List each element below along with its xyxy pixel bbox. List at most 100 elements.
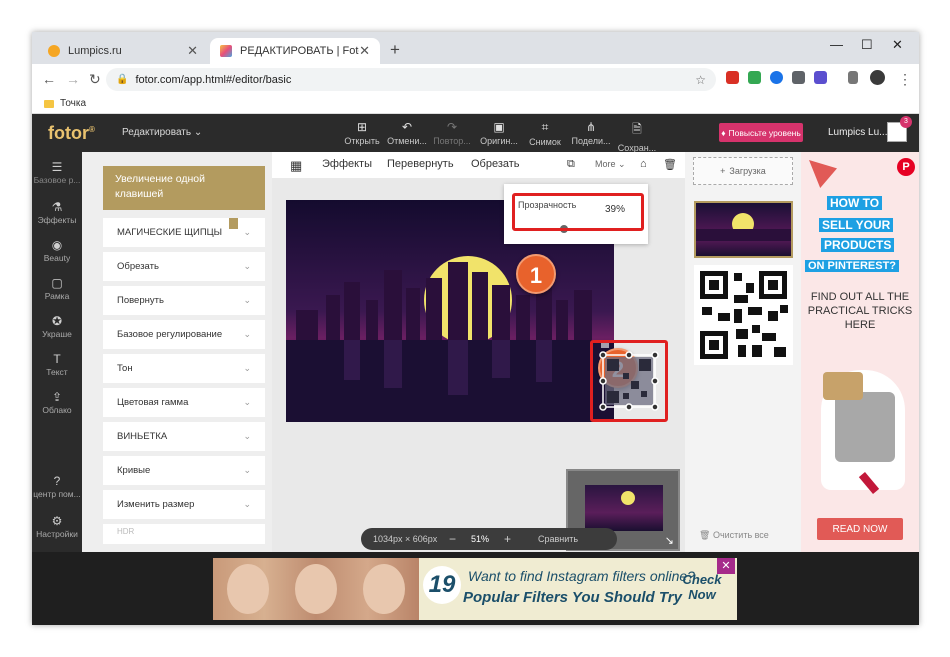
section-color[interactable]: Цветовая гамма ⌄	[103, 388, 265, 417]
tab-fotor[interactable]: РЕДАКТИРОВАТЬ | Fotor ✕	[210, 38, 380, 64]
chevron-down-icon: ⌄	[243, 363, 251, 373]
ad-number: 19	[423, 566, 461, 604]
zoom-level: 51%	[471, 534, 490, 544]
maximize-button[interactable]: ☐	[861, 37, 873, 53]
section-vignette[interactable]: ВИНЬЕТКА ⌄	[103, 422, 265, 451]
chevron-down-icon: ⌄	[243, 295, 251, 305]
section-label: Базовое регулирование	[117, 329, 223, 340]
crop-button[interactable]: Обрезать	[471, 158, 520, 170]
fotor-logo[interactable]: fotor®	[48, 123, 95, 144]
section-magic[interactable]: МАГИЧЕСКИЕ ЩИПЦЫ ⌄	[103, 218, 265, 247]
section-label: МАГИЧЕСКИЕ ЩИПЦЫ	[117, 227, 223, 238]
snapshot-button[interactable]: ⌗ Снимок	[524, 120, 566, 147]
edit-menu[interactable]: Редактировать ⌄	[122, 127, 202, 138]
zoom-out-button[interactable]: −	[449, 532, 456, 546]
menu-dots-icon[interactable]: ⋮	[898, 71, 912, 88]
pinterest-ad[interactable]: P HOW TO SELL YOUR PRODUCTS ON PINTEREST…	[801, 152, 919, 552]
url-field[interactable]: 🔒 fotor.com/app.html#/editor/basic ☆	[106, 68, 716, 91]
flask-icon: ⚗	[51, 200, 63, 214]
minimap-preview	[585, 485, 663, 531]
reload-icon[interactable]: ↻	[89, 71, 101, 88]
section-crop[interactable]: Обрезать ⌄	[103, 252, 265, 281]
ad-line-2: Popular Filters You Should Try	[463, 589, 682, 606]
more-button[interactable]: More ⌄	[595, 159, 626, 170]
forward-arrow-icon[interactable]: →	[66, 71, 80, 87]
rail-decor[interactable]: ✪ Украше	[32, 314, 82, 339]
new-tab-button[interactable]: +	[390, 40, 400, 60]
rail-beauty[interactable]: ◉ Beauty	[32, 238, 82, 263]
section-hdr[interactable]: HDR	[103, 524, 265, 544]
left-rail: ☰ Базовое р... ⚗ Эффекты ◉ Beauty ▢ Рамка ✪ У…	[32, 152, 82, 552]
upload-button[interactable]: + Загрузка	[693, 157, 793, 185]
tool-label: Открыть	[344, 136, 380, 146]
back-arrow-icon[interactable]: ←	[42, 71, 56, 87]
rail-effects[interactable]: ⚗ Эффекты	[32, 200, 82, 225]
rail-frame[interactable]: ▢ Рамка	[32, 276, 82, 301]
diamond-icon: ♦	[721, 127, 726, 138]
sliders-icon: ☰	[51, 160, 63, 174]
thumb-skyline	[696, 229, 791, 241]
read-now-button[interactable]: READ NOW	[817, 518, 903, 540]
effects-button[interactable]: Эффекты	[322, 158, 372, 170]
canvas-toolbar: ▦ Эффекты Перевернуть Обрезать ⧉ More ⌄ …	[272, 152, 685, 178]
media-icon[interactable]	[848, 71, 858, 84]
open-image-icon: ⊞	[356, 120, 368, 134]
section-tone[interactable]: Тон ⌄	[103, 354, 265, 383]
compare-button[interactable]: Сравнить	[538, 534, 578, 544]
qr-overlay-image[interactable]	[593, 343, 665, 419]
undo-button[interactable]: ↶ Отмени...	[386, 120, 428, 146]
extension-globe-icon[interactable]	[770, 71, 783, 84]
zoom-in-button[interactable]: +	[504, 532, 511, 546]
user-name[interactable]: Lumpics Lu...	[828, 127, 887, 138]
close-tab-icon[interactable]: ✕	[359, 43, 370, 59]
close-window-button[interactable]: ✕	[892, 37, 903, 53]
rail-settings[interactable]: ⚙ Настройки	[32, 514, 82, 539]
section-label: Обрезать	[117, 261, 159, 272]
share-button[interactable]: ⋔ Подели...	[570, 120, 612, 146]
rail-basic-edit[interactable]: ☰ Базовое р...	[32, 160, 82, 185]
one-tap-enhance-button[interactable]: Увеличение одной клавишей	[103, 166, 265, 210]
trash-icon[interactable]: 🗑	[663, 158, 677, 171]
bookmark-item[interactable]: Точка	[60, 98, 86, 109]
extension-adblock-icon[interactable]	[726, 71, 739, 84]
expand-arrow-icon[interactable]: ↘	[665, 534, 674, 547]
extension-ai-icon[interactable]	[814, 71, 827, 84]
close-tab-icon[interactable]: ✕	[187, 43, 198, 59]
rail-label: Текст	[46, 367, 68, 377]
section-resize[interactable]: Изменить размер ⌄	[103, 490, 265, 519]
chevron-down-icon: ⌄	[193, 127, 203, 138]
minimize-button[interactable]: —	[830, 37, 843, 52]
bookmark-star-icon[interactable]: ☆	[695, 73, 706, 87]
rail-label: Базовое р...	[33, 175, 81, 185]
redo-button[interactable]: ↷ Повтор...	[431, 120, 473, 146]
extension-check-icon[interactable]	[748, 71, 761, 84]
section-label: Изменить размер	[117, 499, 195, 510]
section-rotate[interactable]: Повернуть ⌄	[103, 286, 265, 315]
section-basic[interactable]: Базовое регулирование ⌄	[103, 320, 265, 349]
close-ad-button[interactable]: ✕	[717, 558, 735, 574]
tab-lumpics[interactable]: Lumpics.ru ✕	[38, 38, 208, 64]
open-button[interactable]: ⊞ Открыть	[341, 120, 383, 146]
rail-help[interactable]: ? центр пом...	[32, 474, 82, 499]
chevron-down-icon: ⌄	[243, 431, 251, 441]
extension-gear-icon[interactable]	[792, 71, 805, 84]
lock-icon[interactable]: ⌂	[640, 158, 647, 170]
logo-text: fotor	[48, 123, 89, 143]
ad-headline-1: HOW TO	[827, 196, 883, 210]
instagram-filters-ad[interactable]: 19 Want to find Instagram filters online…	[213, 558, 737, 620]
section-curves[interactable]: Кривые ⌄	[103, 456, 265, 485]
flip-button[interactable]: Перевернуть	[387, 158, 454, 170]
save-button[interactable]: 🗎 Сохран...	[616, 120, 658, 153]
clear-all-button[interactable]: 🗑 Очистить все	[699, 530, 769, 541]
qr-thumbnail[interactable]	[694, 265, 793, 365]
original-button[interactable]: ▣ Оригин...	[478, 120, 520, 146]
chevron-down-icon: ⌄	[243, 261, 251, 271]
rail-text[interactable]: T Текст	[32, 352, 82, 377]
check-now-button[interactable]: Check Now	[679, 572, 725, 602]
upgrade-button[interactable]: ♦ Повысьте уровень	[719, 123, 803, 142]
profile-avatar[interactable]	[870, 70, 885, 85]
notification-badge[interactable]: 3	[900, 116, 912, 128]
city-thumbnail[interactable]	[694, 201, 793, 258]
duplicate-icon[interactable]: ⧉	[567, 158, 575, 171]
rail-cloud[interactable]: ⇪ Облако	[32, 390, 82, 415]
